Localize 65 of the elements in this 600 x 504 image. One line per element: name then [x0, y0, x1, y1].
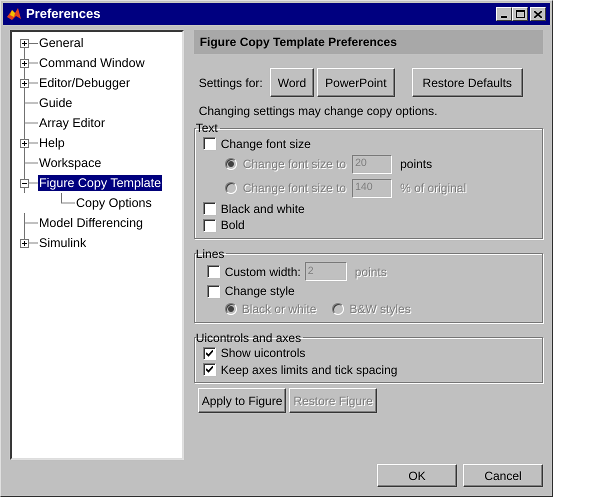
settings-button[interactable]: Word	[270, 68, 314, 97]
group-title: Uicontrols and axes	[196, 330, 302, 344]
tree-item[interactable]: Workspace	[38, 155, 102, 171]
close-button[interactable]	[530, 7, 546, 21]
expand-icon[interactable]	[20, 238, 28, 248]
tree-item[interactable]: Simulink	[38, 235, 88, 251]
tree-item[interactable]: Model Differencing	[38, 215, 144, 231]
tree-line	[24, 113, 38, 133]
checkbox[interactable]	[202, 363, 216, 376]
checkbox-label: Black and white	[220, 200, 305, 218]
tree-item[interactable]: General	[38, 35, 84, 51]
check-icon	[206, 366, 213, 373]
window-title: Preferences	[26, 5, 102, 24]
tree-item[interactable]: Help	[38, 135, 66, 151]
check-icon	[206, 350, 213, 356]
checkbox-label: Show uicontrols	[220, 345, 306, 362]
tree-line	[24, 93, 38, 113]
expand-icon[interactable]	[20, 138, 28, 148]
tree-item[interactable]: Guide	[38, 95, 74, 111]
checkbox[interactable]	[202, 202, 216, 215]
checkbox-label: Keep axes limits and tick spacing	[220, 362, 398, 378]
tree-item[interactable]: Array Editor	[38, 115, 106, 131]
tree-item[interactable]: Editor/Debugger	[38, 75, 132, 91]
maximize-button[interactable]	[512, 7, 528, 21]
checkbox-label: Change style	[224, 283, 295, 300]
dialog-button[interactable]: Cancel	[463, 464, 543, 487]
unit-label: points	[354, 264, 387, 280]
tree-item[interactable]: Figure Copy Template	[38, 175, 162, 191]
checkbox[interactable]	[202, 346, 216, 360]
group-title: Text	[196, 121, 219, 135]
checkbox-label: Bold	[220, 217, 245, 234]
checkbox[interactable]	[206, 284, 220, 298]
info-text: Changing settings may change copy options.	[198, 103, 439, 120]
radio-label: B&W styles	[349, 300, 411, 318]
panel-header: Figure Copy Template Preferences	[194, 30, 543, 54]
expand-icon[interactable]	[20, 38, 28, 48]
close-icon	[534, 10, 542, 18]
dialog-button[interactable]: OK	[377, 464, 457, 487]
checkbox[interactable]	[202, 137, 216, 150]
checkbox[interactable]	[206, 265, 220, 278]
minimize-button[interactable]	[496, 7, 512, 21]
app-logo-icon	[6, 6, 22, 22]
checkbox-label: Change font size	[220, 136, 311, 152]
tree-item[interactable]: Command Window	[38, 55, 146, 71]
settings-button[interactable]: Restore Defaults	[412, 68, 523, 97]
tree-item[interactable]: Copy Options	[75, 195, 153, 211]
tree-line	[60, 193, 74, 204]
checkbox[interactable]	[202, 218, 216, 232]
unit-label: % of original	[400, 180, 466, 197]
collapse-icon[interactable]	[20, 178, 28, 188]
tree-line	[24, 153, 38, 173]
expand-icon[interactable]	[20, 58, 28, 68]
unit-label: points	[400, 156, 432, 173]
radio-label: Change font size to	[242, 156, 346, 173]
maximize-icon	[516, 10, 524, 18]
settings-label: Settings for:	[198, 74, 263, 92]
radio-label: Change font size to	[242, 180, 346, 197]
radio-label: Black or white	[242, 300, 316, 318]
checkbox-label: Custom width:	[224, 264, 301, 280]
minimize-icon	[501, 16, 507, 18]
action-button[interactable]: Apply to Figure	[198, 388, 286, 413]
settings-button[interactable]: PowerPoint	[317, 68, 395, 97]
action-button: Restore Figure	[289, 388, 377, 413]
group-title: Lines	[196, 246, 226, 260]
expand-icon[interactable]	[20, 78, 28, 88]
